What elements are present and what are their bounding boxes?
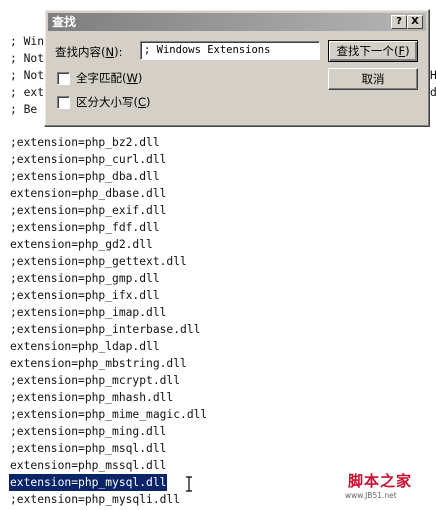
editor-line: ;extension=php_bz2.dll xyxy=(10,136,160,149)
editor-line: ; Not xyxy=(10,52,45,65)
editor-line: extension=php_gd2.dll xyxy=(10,238,153,251)
find-what-input[interactable]: ; Windows Extensions xyxy=(140,41,320,60)
dialog-title: 查找 xyxy=(52,15,77,29)
editor-line: ; Win xyxy=(10,35,45,48)
watermark-url: www.JB51.net xyxy=(345,491,397,500)
editor-line: extension=php_dbase.dll xyxy=(10,187,167,200)
editor-line: ;extension=php_interbase.dll xyxy=(10,323,201,336)
checkbox-box[interactable] xyxy=(57,71,70,85)
editor-line: ; Not xyxy=(10,69,45,82)
editor-line: ; Be xyxy=(10,103,45,116)
help-button[interactable]: ? xyxy=(391,15,407,29)
editor-line-fragment: d xyxy=(430,86,436,99)
editor-line: ;extension=php_msql.dll xyxy=(10,442,167,455)
watermark-logo: 脚本之家 xyxy=(348,472,413,490)
editor-line-selected: extension=php_mysql.dll xyxy=(9,474,168,491)
editor-line: ;extension=php_mime_magic.dll xyxy=(10,408,208,421)
editor-line: extension=php_mssql.dll xyxy=(10,459,167,472)
dialog-titlebar[interactable]: 查找 ? X xyxy=(48,13,426,31)
editor-line: ;extension=php_gmp.dll xyxy=(10,272,160,285)
editor-line: ;extension=php_gettext.dll xyxy=(10,255,187,268)
close-button[interactable]: X xyxy=(407,15,423,29)
editor-line: ;extension=php_ming.dll xyxy=(10,425,167,438)
editor-line: ;extension=php_mysqli.dll xyxy=(10,493,181,506)
editor-line: ;extension=php_ifx.dll xyxy=(10,289,160,302)
editor-line: ;extension=php_fdf.dll xyxy=(10,221,160,234)
match-case-checkbox[interactable]: 区分大小写(C) xyxy=(57,94,151,110)
editor-line: ;extension=php_dba.dll xyxy=(10,170,160,183)
cancel-button[interactable]: 取消 xyxy=(328,68,418,90)
editor-line: extension=php_mbstring.dll xyxy=(10,357,187,370)
checkbox-box[interactable] xyxy=(57,95,70,109)
editor-line: ;extension=php_curl.dll xyxy=(10,153,167,166)
editor-line-fragment: H xyxy=(430,69,436,82)
editor-line: ; ext xyxy=(10,86,45,99)
editor-line: ;extension=php_exif.dll xyxy=(10,204,167,217)
editor-line: ;extension=php_mcrypt.dll xyxy=(10,374,181,387)
editor-line: extension=php_ldap.dll xyxy=(10,340,160,353)
match-whole-word-checkbox[interactable]: 全字匹配(W) xyxy=(57,70,142,86)
editor-line: ;extension=php_mhash.dll xyxy=(10,391,174,404)
find-what-label: 查找内容(N): xyxy=(55,45,123,59)
find-next-button[interactable]: 查找下一个(F) xyxy=(328,40,418,62)
find-dialog: 查找 ? X 查找内容(N): ; Windows Extensions 全字匹… xyxy=(44,9,430,127)
editor-line: ;extension=php_imap.dll xyxy=(10,306,167,319)
text-cursor-icon xyxy=(186,476,192,492)
